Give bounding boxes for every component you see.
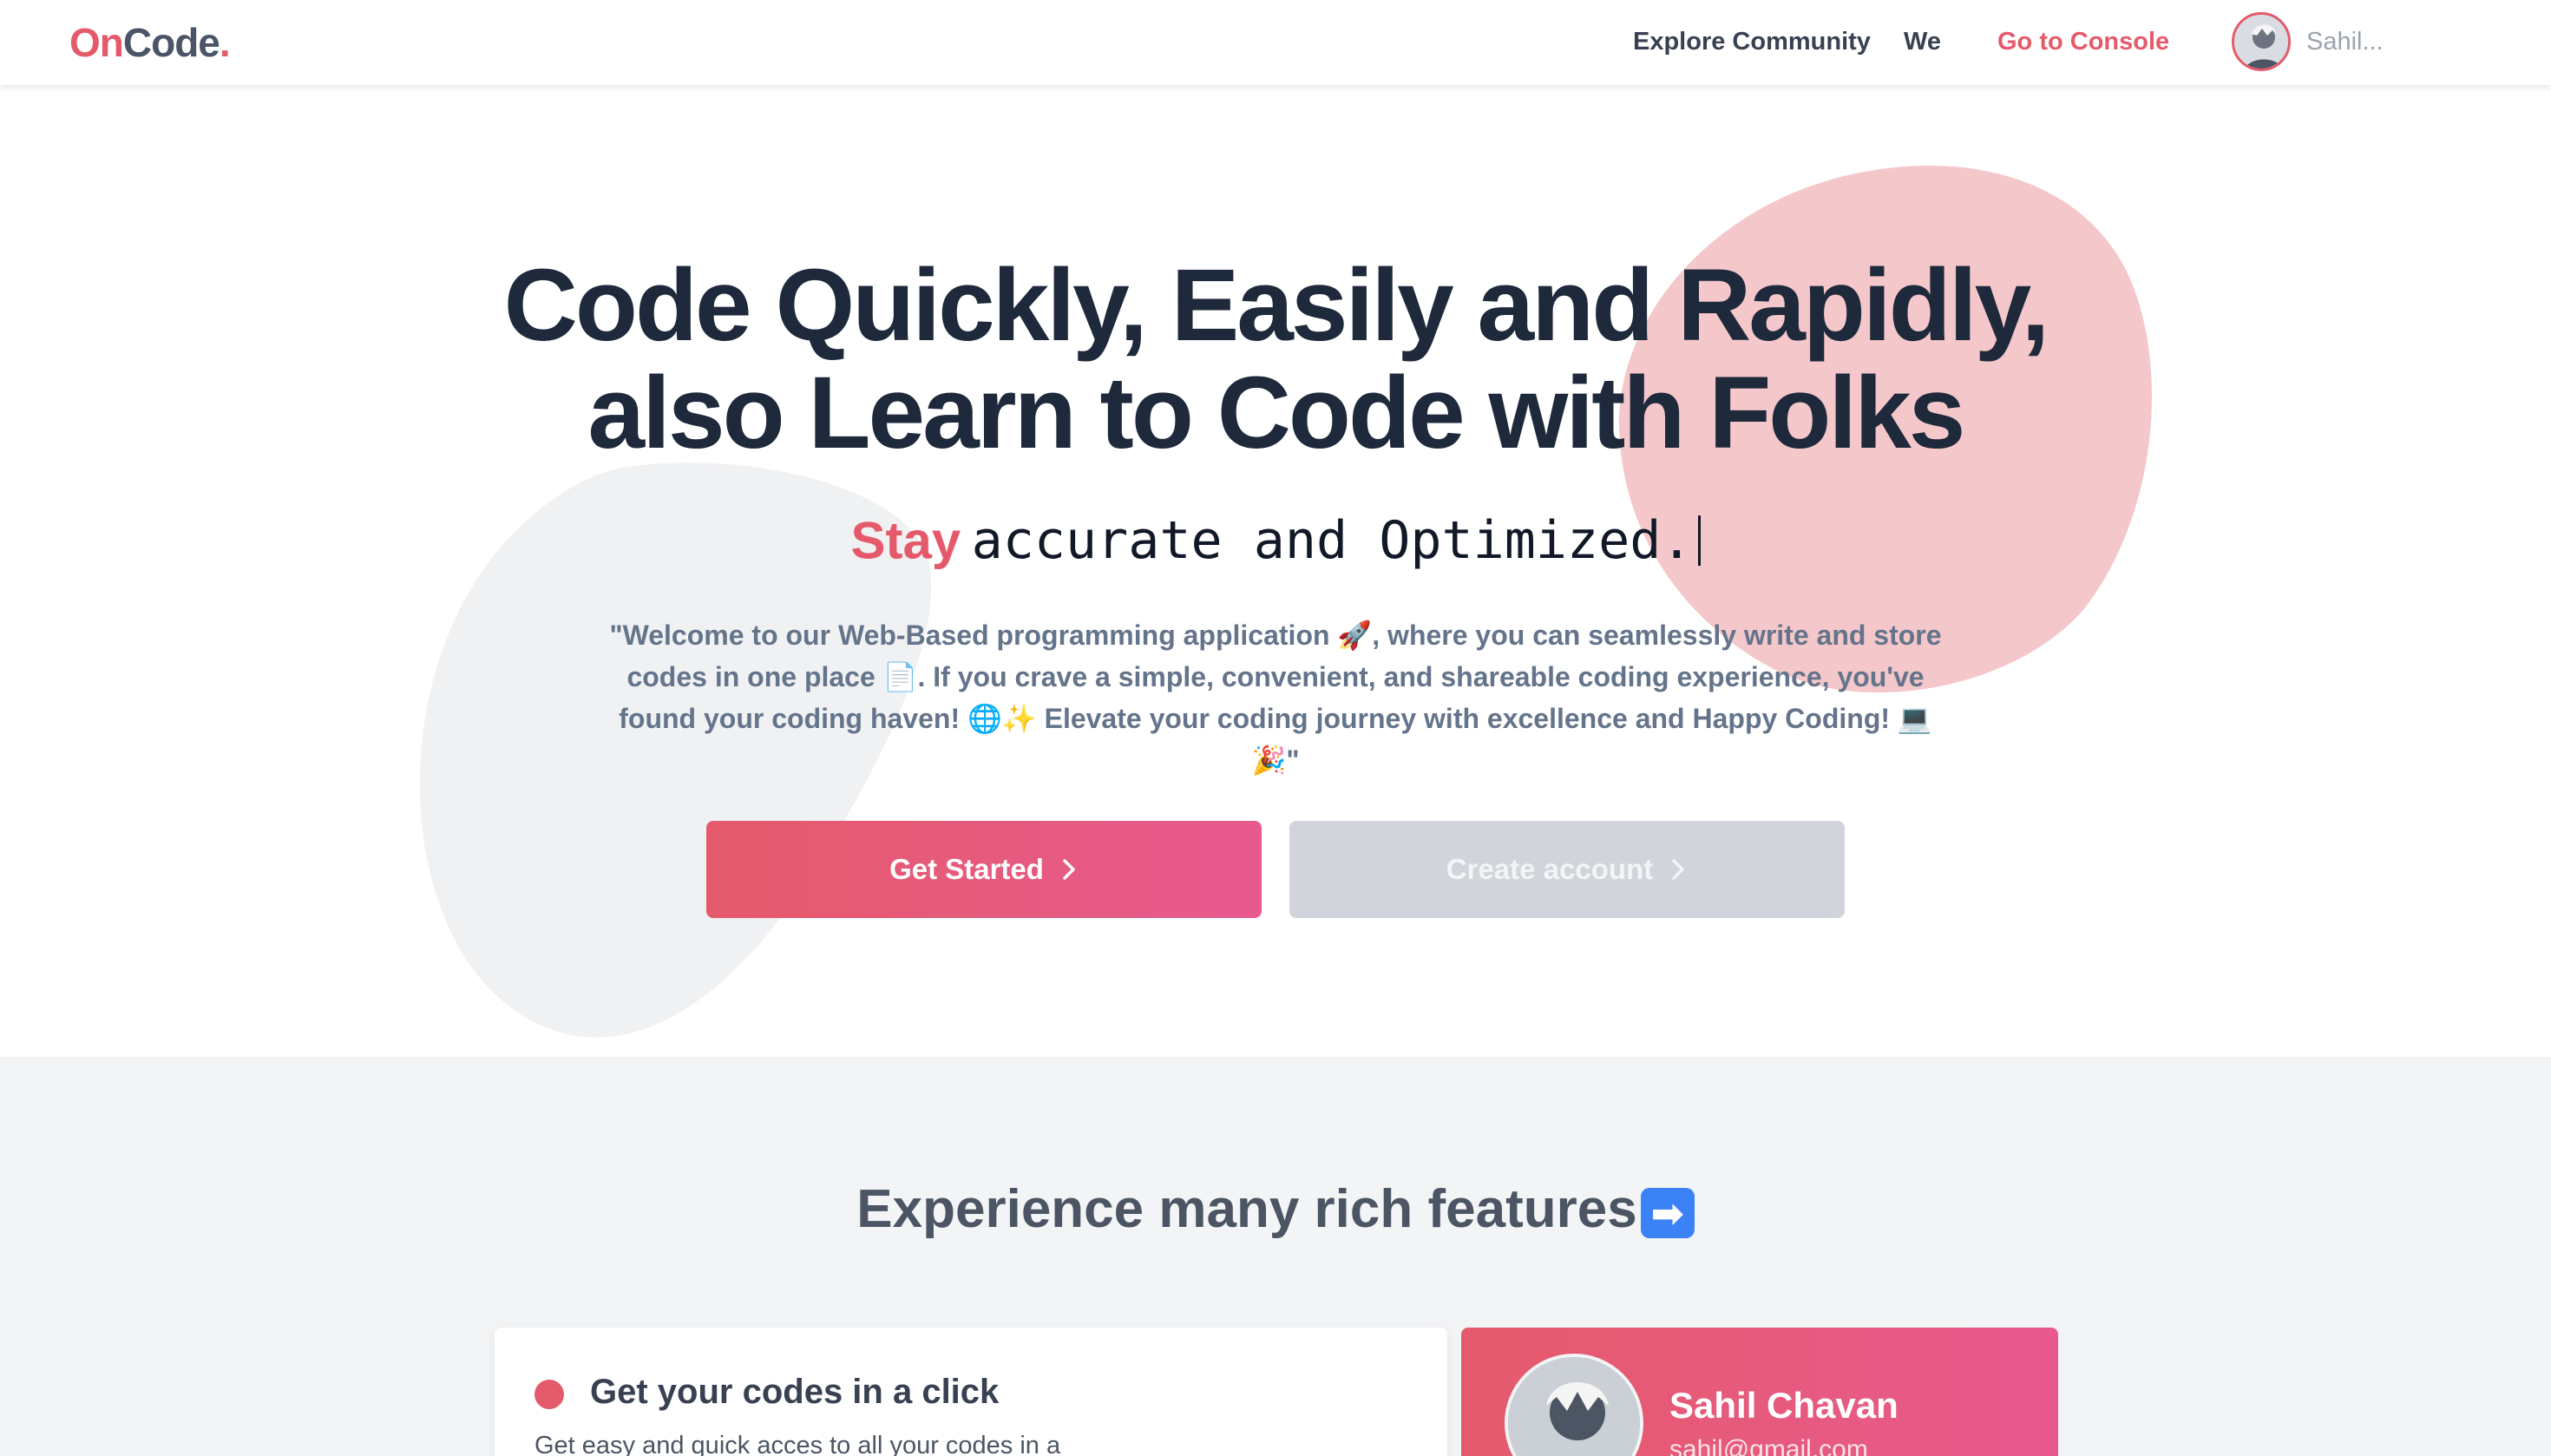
- hero-title: Code Quickly, Easily and Rapidly, also L…: [0, 252, 2551, 467]
- profile-avatar: [1505, 1354, 1643, 1456]
- nav-link-we[interactable]: We: [1904, 28, 1941, 56]
- profile-name: Sahil Chavan: [1669, 1385, 1898, 1426]
- get-started-button[interactable]: Get Started: [706, 821, 1262, 918]
- arrow-right-icon: ➡: [1640, 1187, 1695, 1238]
- top-navbar: OnCode. Explore Community We Go to Conso…: [0, 0, 2551, 85]
- typing-prefix: Stay: [850, 511, 961, 570]
- features-title-text: Experience many rich features: [856, 1179, 1637, 1239]
- chevron-right-icon: [1669, 857, 1688, 882]
- features-section: Experience many rich features ➡ Get your …: [0, 1057, 2551, 1456]
- chevron-right-icon: [1059, 857, 1079, 882]
- typing-cursor: [1697, 515, 1701, 566]
- hero-title-line1: Code Quickly, Easily and Rapidly,: [503, 248, 2050, 363]
- avatar-image: [2234, 15, 2288, 69]
- get-started-label: Get Started: [889, 853, 1044, 885]
- profile-avatar-image: [1508, 1357, 1640, 1456]
- logo-dot: .: [219, 20, 231, 65]
- bullet-dot-icon: [534, 1380, 564, 1409]
- logo[interactable]: OnCode.: [69, 19, 231, 66]
- create-account-button[interactable]: Create account: [1289, 821, 1845, 918]
- profile-card[interactable]: Sahil Chavan sahil@gmail.com: [1461, 1328, 2058, 1456]
- typing-text: accurate and Optimized.: [971, 510, 1693, 571]
- logo-code: Code: [122, 20, 220, 65]
- feature-text: Get easy and quick acces to all your cod…: [534, 1432, 1061, 1456]
- nav-link-explore-community[interactable]: Explore Community: [1633, 28, 1871, 56]
- nav-link-go-to-console[interactable]: Go to Console: [1997, 28, 2169, 56]
- hero-title-line2: also Learn to Code with Folks: [587, 356, 1966, 470]
- profile-email: sahil@gmail.com: [1669, 1435, 1868, 1456]
- create-account-label: Create account: [1446, 853, 1654, 885]
- logo-on: On: [69, 20, 124, 65]
- hero-description: "Welcome to our Web-Based programming ap…: [609, 620, 1942, 776]
- hero-section: Code Quickly, Easily and Rapidly, also L…: [0, 85, 2551, 1057]
- user-name[interactable]: Sahil...: [2306, 28, 2384, 56]
- features-title: Experience many rich features ➡: [0, 1178, 2551, 1240]
- feature-heading: Get your codes in a click: [590, 1373, 1000, 1411]
- user-avatar[interactable]: [2232, 12, 2291, 71]
- typing-tagline: Stay accurate and Optimized.: [0, 510, 2551, 571]
- feature-card[interactable]: Get your codes in a click Get easy and q…: [495, 1328, 1447, 1456]
